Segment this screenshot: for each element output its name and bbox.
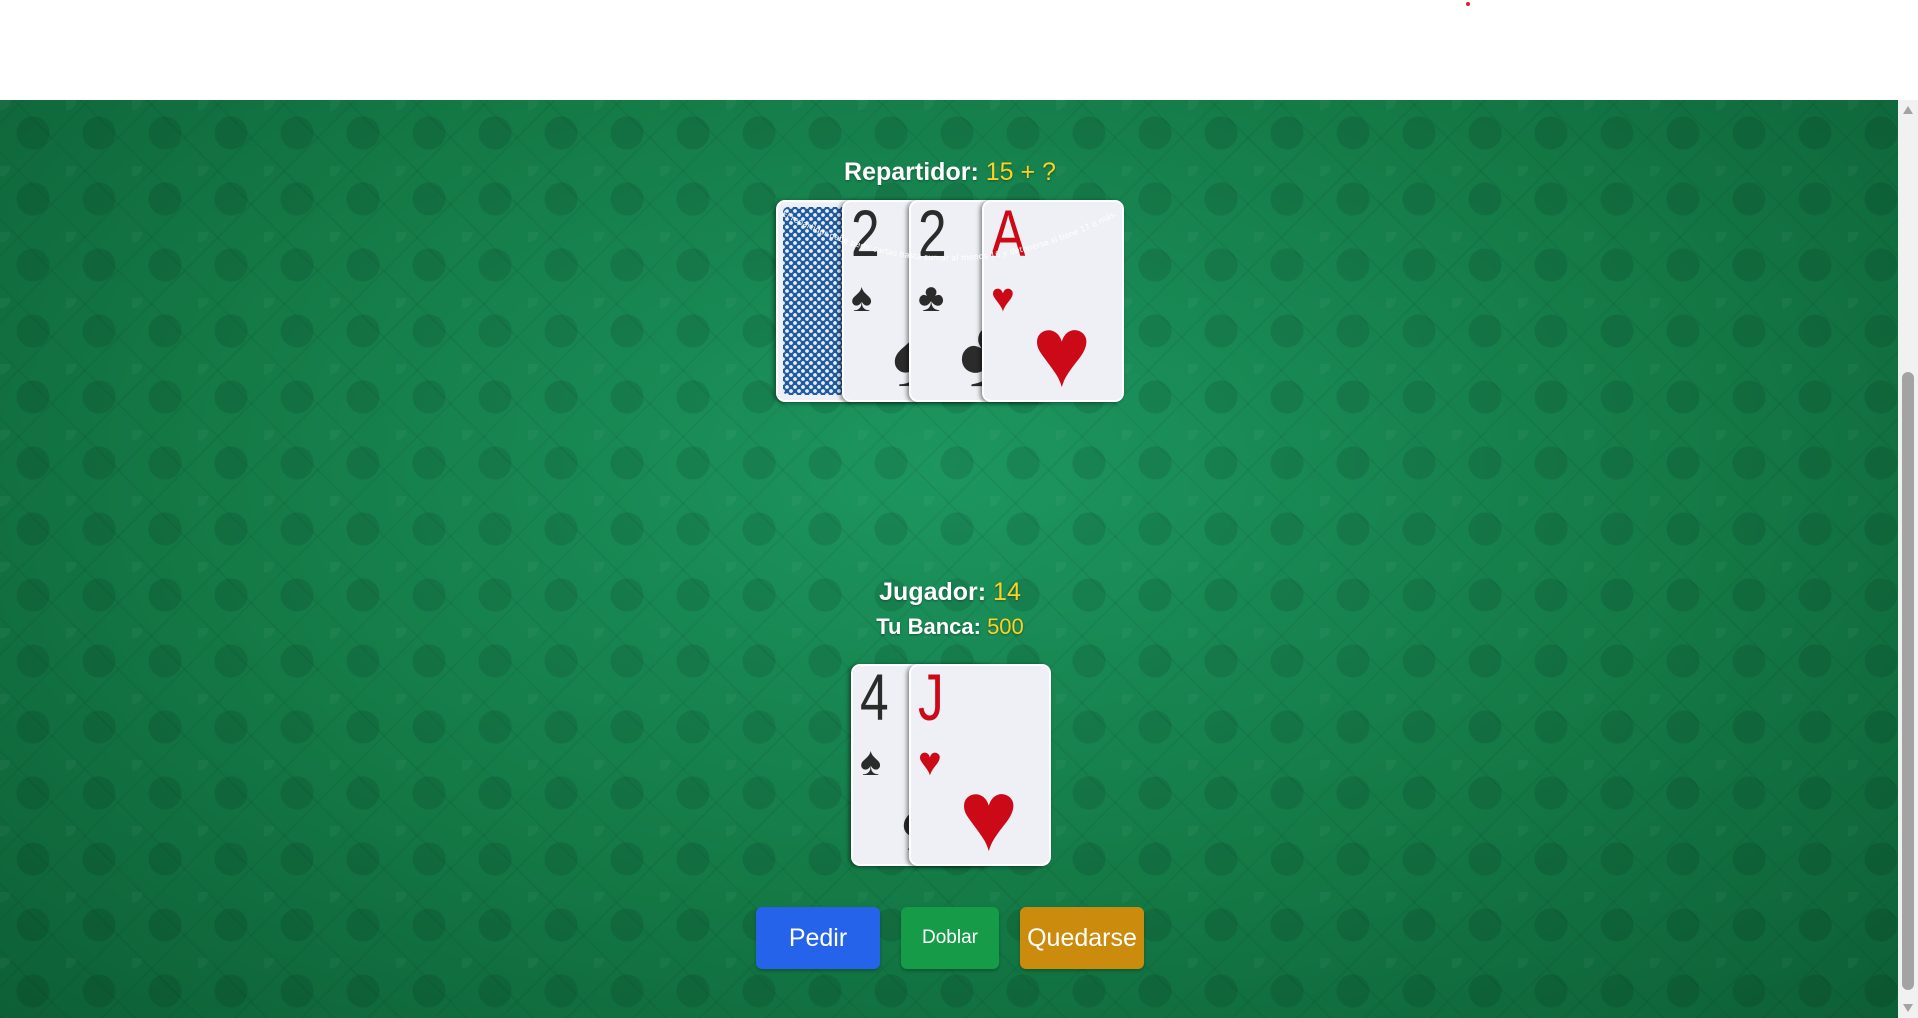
scroll-down-arrow-icon[interactable] — [1903, 1004, 1913, 1012]
bank-label-text: Tu Banca: — [876, 614, 981, 639]
vertical-scrollbar[interactable] — [1898, 100, 1918, 1018]
scrollbar-thumb[interactable] — [1902, 372, 1914, 990]
rules-text-arc: El repartidor debe pedir cartas hasta su… — [780, 209, 1118, 262]
player-label-text: Jugador: — [879, 578, 987, 606]
blackjack-table: Repartidor: 15 + ? 2 ♠ ♠ 2 ♣ ♣ A ♥ ♥ El … — [0, 100, 1898, 1018]
dealer-rules-text: El repartidor debe pedir cartas hasta su… — [780, 209, 1118, 262]
card-rank: 4 — [860, 664, 889, 734]
player-score-label: Jugador: 14 — [750, 578, 1150, 607]
heart-icon: ♥ — [959, 760, 1019, 866]
player-card: J ♥ ♥ — [909, 664, 1051, 866]
heart-icon: ♥ — [918, 740, 942, 784]
spade-icon: ♠ — [860, 740, 882, 784]
card-rank: J — [918, 664, 944, 734]
double-button[interactable]: Doblar — [901, 907, 999, 969]
indicator-dot — [1466, 2, 1470, 6]
player-score-value: 14 — [993, 578, 1021, 606]
bank-label: Tu Banca: 500 — [750, 614, 1150, 640]
stand-button[interactable]: Quedarse — [1020, 907, 1144, 969]
rules-text-path: El repartidor debe pedir cartas hasta su… — [780, 209, 1118, 262]
heart-icon: ♥ — [1032, 296, 1092, 402]
scroll-up-arrow-icon[interactable] — [1903, 106, 1913, 114]
page-header-blank — [0, 0, 1918, 100]
bank-value: 500 — [987, 614, 1024, 639]
hit-button[interactable]: Pedir — [756, 907, 880, 969]
